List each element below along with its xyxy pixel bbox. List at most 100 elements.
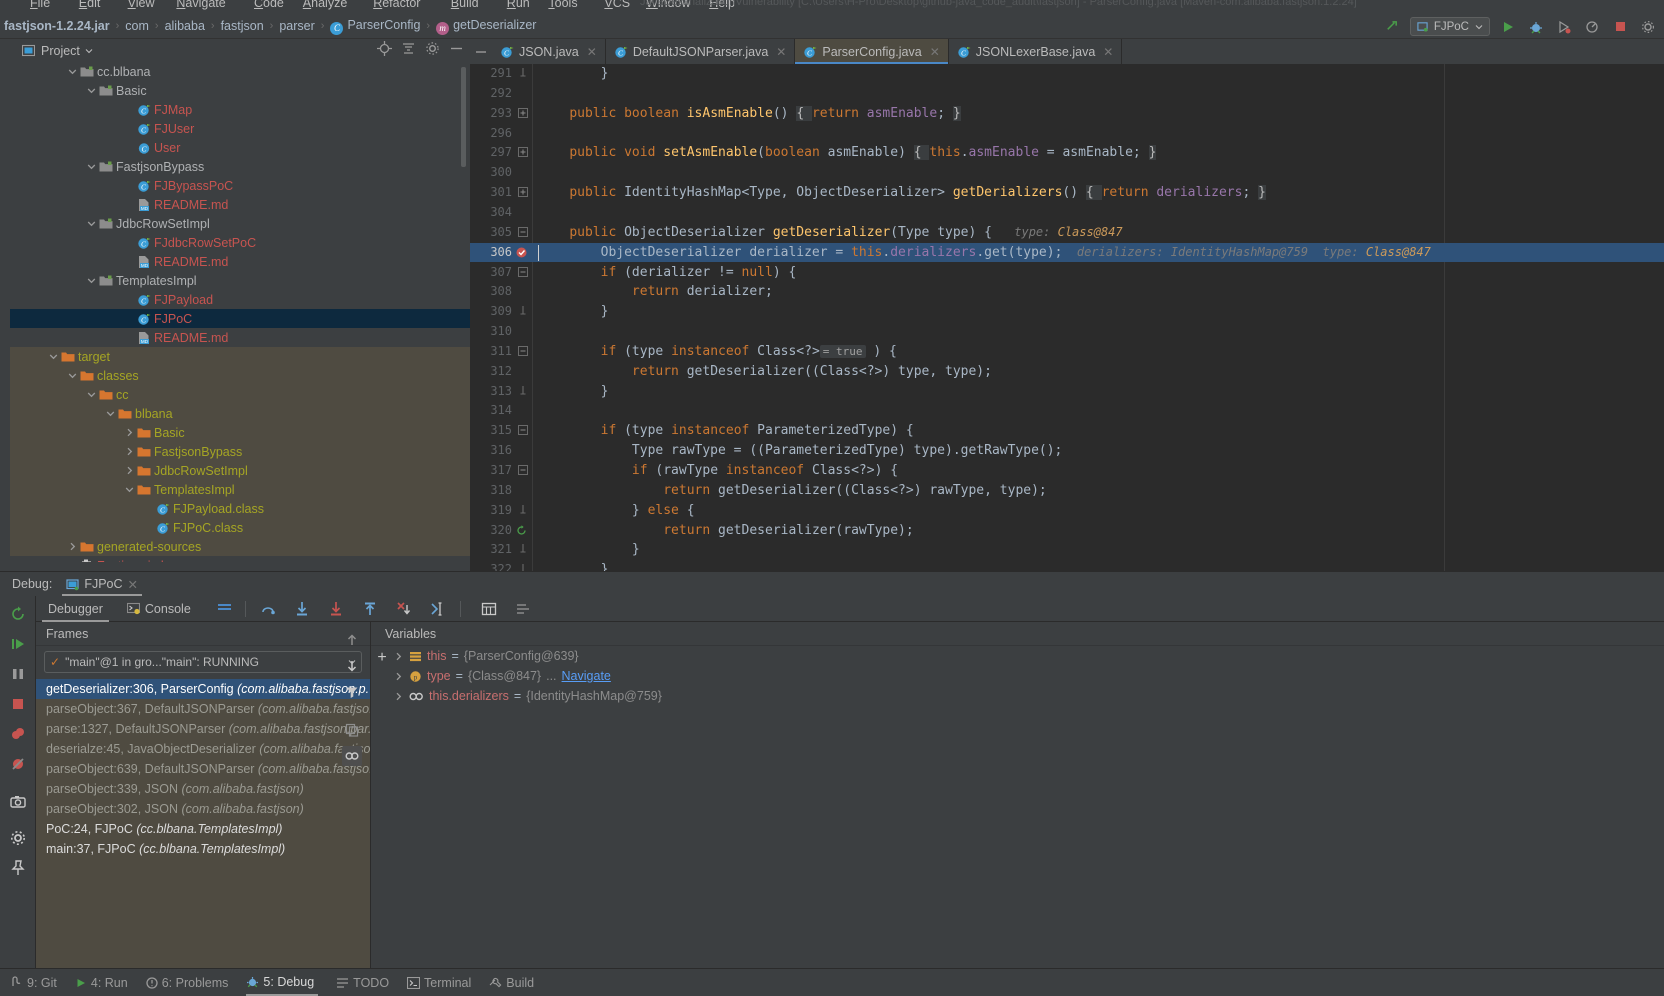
fold-end-icon[interactable]: [518, 564, 532, 571]
chevron-down-icon[interactable]: [105, 408, 116, 419]
chevron-down-icon[interactable]: [86, 275, 97, 286]
tree-node-jdbcrowsetimpl[interactable]: JdbcRowSetImpl: [10, 214, 470, 233]
editor-tab-jsonlexerbase-java[interactable]: C JSONLexerBase.java ✕: [949, 39, 1123, 64]
code-line-297[interactable]: 297 public void setAsmEnable(boolean asm…: [470, 143, 1664, 163]
editor-tab-bar[interactable]: C JSON.java ✕ C DefaultJSONParser.java ✕ C Pars…: [470, 39, 1664, 64]
tree-node-readme-md[interactable]: MD README.md: [10, 195, 470, 214]
chevron-right-icon[interactable]: [393, 671, 404, 682]
tree-node-fjmap[interactable]: C FJMap: [10, 100, 470, 119]
status-bar-item-5--debug[interactable]: 5: Debug: [246, 970, 319, 996]
fold-minus-icon[interactable]: [518, 345, 532, 356]
code-line-291[interactable]: 291 }: [470, 64, 1664, 84]
status-bar-item-6--problems[interactable]: 6: Problems: [146, 976, 228, 990]
menu-item-view[interactable]: View: [128, 0, 155, 10]
tree-node-classes[interactable]: classes: [10, 366, 470, 385]
frames-side-actions[interactable]: [337, 622, 367, 969]
chevron-down-icon[interactable]: [124, 484, 135, 495]
frame-item[interactable]: parseObject:639, DefaultJSONParser (com.…: [36, 759, 370, 779]
code-line-308[interactable]: 308 return derializer;: [470, 282, 1664, 302]
fold-plus-icon[interactable]: [518, 147, 532, 158]
step-out-icon[interactable]: [360, 599, 380, 619]
code-line-322[interactable]: 322 }: [470, 560, 1664, 571]
stop-icon[interactable]: [1610, 17, 1630, 37]
code-line-319[interactable]: 319 } else {: [470, 501, 1664, 521]
status-bar-item-9--git[interactable]: 9: Git: [10, 976, 57, 990]
project-panel-actions[interactable]: [377, 41, 464, 56]
menu-item-build[interactable]: Build: [451, 0, 479, 10]
breakpoint-icon[interactable]: [516, 247, 527, 258]
search-everywhere-icon[interactable]: [1382, 17, 1402, 37]
settings-gear-icon[interactable]: [1638, 17, 1658, 37]
chevron-down-icon[interactable]: [86, 85, 97, 96]
frame-item[interactable]: parseObject:339, JSON (com.alibaba.fastj…: [36, 779, 370, 799]
frames-list[interactable]: getDeserializer:306, ParserConfig (com.a…: [36, 679, 370, 969]
editor-tab-defaultjsonparser-java[interactable]: C DefaultJSONParser.java ✕: [606, 39, 796, 64]
menu-item-file[interactable]: File: [30, 0, 50, 10]
gear-icon[interactable]: [425, 41, 440, 56]
chevron-right-icon[interactable]: [393, 691, 404, 702]
chevron-down-icon[interactable]: [86, 161, 97, 172]
chevron-right-icon[interactable]: [124, 427, 135, 438]
code-line-304[interactable]: 304: [470, 203, 1664, 223]
editor-tab-json-java[interactable]: C JSON.java ✕: [492, 39, 606, 64]
status-bar-item-4--run[interactable]: 4: Run: [75, 976, 128, 990]
close-icon[interactable]: ✕: [776, 45, 786, 59]
run-configuration-selector[interactable]: FJPoC: [1409, 17, 1490, 36]
breadcrumb-actions[interactable]: FJPoC: [1382, 14, 1658, 39]
menu-item-edit[interactable]: Edit: [79, 0, 101, 10]
drop-frame-icon[interactable]: [394, 599, 414, 619]
code-line-309[interactable]: 309 }: [470, 302, 1664, 322]
code-line-296[interactable]: 296: [470, 124, 1664, 144]
chevron-down-icon[interactable]: [67, 370, 78, 381]
code-line-316[interactable]: 316 Type rawType = ((ParameterizedType) …: [470, 441, 1664, 461]
tree-node-fastjson-iml[interactable]: Fastjson.iml: [10, 556, 470, 562]
navigate-link[interactable]: Navigate: [562, 666, 611, 686]
code-line-320[interactable]: 320 return getDeserializer(rawType);: [470, 521, 1664, 541]
pin-icon[interactable]: [8, 858, 28, 878]
frame-item[interactable]: parseObject:302, JSON (com.alibaba.fastj…: [36, 799, 370, 819]
debugger-tab-console[interactable]: Console: [115, 596, 203, 622]
add-watch-button[interactable]: +: [370, 646, 394, 670]
move-down-icon[interactable]: [342, 656, 362, 676]
chevron-right-icon[interactable]: [124, 446, 135, 457]
frame-item[interactable]: getDeserializer:306, ParserConfig (com.a…: [36, 679, 370, 699]
locate-icon[interactable]: [377, 41, 392, 56]
collapse-all-icon[interactable]: [401, 41, 416, 56]
variable-row[interactable]: this.derializers = {IdentityHashMap@759}: [371, 686, 1664, 706]
fold-end-icon[interactable]: [518, 306, 532, 318]
view-breakpoints-icon[interactable]: [8, 724, 28, 744]
close-icon[interactable]: ✕: [128, 577, 138, 592]
fold-minus-icon[interactable]: [518, 266, 532, 277]
frame-item[interactable]: PoC:24, FJPoC (cc.blbana.TemplatesImpl): [36, 819, 370, 839]
debugger-toolbar[interactable]: Debugger Console: [36, 596, 1664, 622]
fold-minus-icon[interactable]: [518, 226, 532, 237]
variable-row[interactable]: this = {ParserConfig@639}: [371, 646, 1664, 666]
code-line-317[interactable]: 317 if (rawType instanceof Class<?>) {: [470, 461, 1664, 481]
debug-icon[interactable]: [1526, 17, 1546, 37]
variable-row[interactable]: p type = {Class@847}... Navigate: [371, 666, 1664, 686]
hide-panel-icon[interactable]: [449, 41, 464, 56]
code-editor[interactable]: 291 } 292 293 public boolean isAsmEnable()…: [470, 64, 1664, 571]
tree-node-templatesimpl[interactable]: TemplatesImpl: [10, 271, 470, 290]
code-line-313[interactable]: 313 }: [470, 382, 1664, 402]
fold-minus-icon[interactable]: [518, 465, 532, 475]
status-bar[interactable]: 9: Git 4: Run 6: Problems 5: Debug TODO Termi…: [0, 968, 1664, 996]
tree-node-cc-blbana[interactable]: cc.blbana: [10, 62, 470, 81]
step-over-icon[interactable]: [258, 599, 278, 619]
rerun-icon[interactable]: [8, 604, 28, 624]
menu-item-code[interactable]: Code: [254, 0, 284, 10]
tree-node-generated-sources[interactable]: generated-sources: [10, 537, 470, 556]
frame-item[interactable]: deserialze:45, JavaObjectDeserializer (c…: [36, 739, 370, 759]
force-step-into-icon[interactable]: [326, 599, 346, 619]
code-line-300[interactable]: 300: [470, 163, 1664, 183]
step-into-icon[interactable]: [292, 599, 312, 619]
frame-item[interactable]: main:37, FJPoC (cc.blbana.TemplatesImpl): [36, 839, 370, 859]
debugger-tab-debugger[interactable]: Debugger: [36, 596, 115, 622]
code-line-321[interactable]: 321 }: [470, 540, 1664, 560]
fold-minus-icon[interactable]: [518, 425, 532, 436]
screenshot-icon[interactable]: [8, 792, 28, 812]
tree-node-basic[interactable]: Basic: [10, 423, 470, 442]
tree-node-templatesimpl[interactable]: TemplatesImpl: [10, 480, 470, 499]
tree-node-fastjsonbypass[interactable]: FastjsonBypass: [10, 442, 470, 461]
debug-side-toolbar[interactable]: [0, 596, 36, 969]
